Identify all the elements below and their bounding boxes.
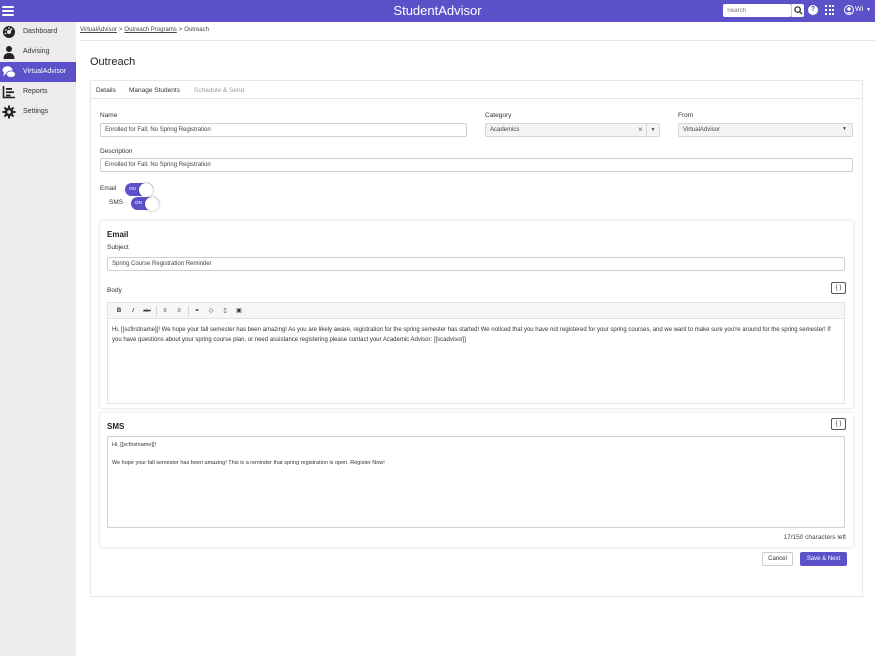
- tab-divider: [90, 98, 863, 99]
- body-label: Body: [107, 287, 122, 294]
- tab-details[interactable]: Details: [96, 87, 116, 94]
- bulleted-list-button[interactable]: ≡: [160, 306, 170, 316]
- from-value: VirtualAdvisor: [683, 127, 720, 133]
- sidebar-item-label: Settings: [23, 108, 49, 115]
- category-label: Category: [485, 112, 512, 119]
- subject-input[interactable]: Spring Course Registration Reminder: [107, 257, 845, 271]
- search-button[interactable]: [791, 4, 804, 17]
- description-label: Description: [100, 148, 133, 155]
- email-toggle[interactable]: ON: [125, 182, 153, 197]
- attach-file-button[interactable]: ▯: [220, 306, 230, 316]
- search-icon: [794, 6, 803, 15]
- breadcrumb: VirtualAdvisor > Outreach Programs > Outreac…: [80, 27, 209, 33]
- user-avatar-icon[interactable]: [844, 5, 854, 15]
- person-icon: [3, 46, 15, 59]
- save-next-button[interactable]: Save & Next: [800, 552, 847, 566]
- toggle-knob: [139, 182, 153, 197]
- search-input[interactable]: [723, 4, 791, 17]
- cancel-button[interactable]: Cancel: [762, 552, 793, 566]
- toggle-state: ON: [135, 200, 142, 205]
- link-button[interactable]: ⚭: [192, 306, 202, 316]
- editor-toolbar: B I abc ≡ ≡ ⚭ ◇ ▯ ▣: [107, 302, 845, 319]
- category-value: Academics: [490, 127, 520, 133]
- email-toggle-label: Email: [100, 185, 117, 192]
- description-input[interactable]: Enrolled for Fall, No Spring Registratio…: [100, 158, 853, 172]
- top-bar: StudentAdvisor ? Wi ▾: [0, 0, 875, 22]
- sidebar-item-label: VirtualAdvisor: [23, 68, 67, 75]
- sidebar-item-settings[interactable]: Settings: [0, 102, 76, 122]
- sms-toggle-label: SMS: [109, 199, 124, 206]
- sidebar-item-label: Advising: [23, 48, 50, 55]
- embed-button[interactable]: ◇: [206, 306, 216, 316]
- chevron-down-icon[interactable]: ▼: [842, 126, 847, 132]
- toolbar-divider: [188, 306, 189, 316]
- toggle-state: ON: [129, 186, 136, 191]
- italic-button[interactable]: I: [128, 306, 138, 316]
- clear-icon[interactable]: ×: [638, 125, 643, 134]
- from-label: From: [678, 112, 694, 119]
- email-body-editor[interactable]: Hi, [[scfirstname]]! We hope your fall s…: [107, 319, 845, 404]
- strikethrough-button[interactable]: abc: [142, 306, 152, 316]
- name-label: Name: [100, 112, 118, 119]
- breadcrumb-link-outreach-programs[interactable]: Outreach Programs: [124, 27, 176, 33]
- sms-line: Hi, [[scfirstname]]!: [112, 442, 157, 448]
- breadcrumb-link-virtualadvisor[interactable]: VirtualAdvisor: [80, 27, 117, 33]
- user-name[interactable]: Wi: [855, 6, 863, 13]
- sms-message-textarea[interactable]: Hi, [[scfirstname]]! We hope your fall s…: [107, 436, 845, 528]
- insert-image-button[interactable]: ▣: [234, 306, 244, 316]
- sidebar-item-reports[interactable]: Reports: [0, 82, 76, 102]
- sms-character-counter: 17/150 characters left: [783, 534, 846, 541]
- name-input[interactable]: Enrolled for Fall, No Spring Registratio…: [100, 123, 467, 137]
- chevron-down-icon[interactable]: ▾: [867, 6, 870, 13]
- insert-variable-button[interactable]: { }: [831, 418, 846, 430]
- subject-label: Subject: [107, 244, 129, 251]
- chat-bubbles-icon: [2, 66, 16, 78]
- breadcrumb-divider: [80, 40, 875, 41]
- gear-icon: [2, 105, 16, 119]
- tab-schedule-send[interactable]: Schedule & Send: [194, 87, 244, 94]
- breadcrumb-separator: >: [118, 27, 123, 33]
- sidebar-item-virtualadvisor[interactable]: VirtualAdvisor: [0, 62, 76, 82]
- help-icon[interactable]: ?: [808, 5, 818, 15]
- from-select[interactable]: VirtualAdvisor: [678, 123, 853, 137]
- breadcrumb-separator: >: [178, 27, 183, 33]
- sms-toggle[interactable]: ON: [131, 196, 159, 211]
- dashboard-gauge-icon: [3, 26, 15, 38]
- sms-line: We hope your fall semester has been amaz…: [112, 460, 385, 466]
- category-select[interactable]: Academics: [485, 123, 660, 137]
- numbered-list-button[interactable]: ≡: [174, 306, 184, 316]
- chevron-down-icon[interactable]: ▼: [646, 123, 659, 137]
- sidebar-item-label: Reports: [23, 88, 48, 95]
- email-card-title: Email: [107, 230, 129, 239]
- sidebar-item-dashboard[interactable]: Dashboard: [0, 22, 76, 42]
- sidebar: Dashboard Advising VirtualAdvisor Report…: [0, 22, 76, 656]
- sidebar-item-label: Dashboard: [23, 28, 58, 35]
- insert-variable-button[interactable]: { }: [831, 282, 846, 294]
- sidebar-item-advising[interactable]: Advising: [0, 42, 76, 62]
- breadcrumb-current: Outreach: [184, 27, 209, 33]
- apps-grid-icon[interactable]: [825, 5, 835, 15]
- bold-button[interactable]: B: [114, 306, 124, 316]
- tab-manage-students[interactable]: Manage Students: [129, 87, 180, 94]
- bar-chart-icon: [2, 86, 15, 99]
- page-title: Outreach: [90, 56, 136, 68]
- sms-card-title: SMS: [107, 422, 125, 431]
- toolbar-divider: [156, 306, 157, 316]
- toggle-knob: [145, 196, 159, 211]
